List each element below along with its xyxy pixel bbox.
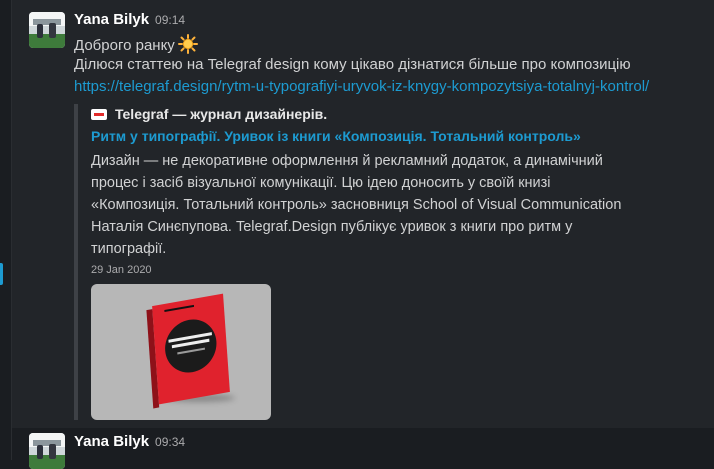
preview-headline-link[interactable]: Ритм у типографії. Уривок із книги «Комп… (91, 128, 581, 144)
sidebar-edge (0, 0, 12, 460)
message-item[interactable]: Yana Bilyk 09:34 (12, 428, 714, 469)
message-header: Yana Bilyk 09:14 (74, 11, 185, 28)
avatar[interactable] (29, 433, 65, 469)
preview-site-title[interactable]: Telegraf — журнал дизайнерів. (91, 106, 327, 122)
timestamp[interactable]: 09:34 (155, 435, 185, 449)
scroll-marker (0, 263, 3, 285)
article-link[interactable]: https://telegraf.design/rytm-u-typografi… (74, 78, 649, 95)
sun-icon (177, 34, 198, 54)
preview-site-name: Telegraf — журнал дизайнерів. (115, 106, 328, 122)
author-name[interactable]: Yana Bilyk (74, 11, 149, 28)
message-text-line: Доброго ранку (74, 34, 198, 54)
author-name[interactable]: Yana Bilyk (74, 433, 149, 450)
message-item[interactable]: Yana Bilyk 09:14 Доброго ранку Ділюся ста… (12, 0, 714, 428)
message-link-line: https://telegraf.design/rytm-u-typografi… (74, 78, 649, 95)
avatar[interactable] (29, 12, 65, 48)
preview-image[interactable] (91, 284, 271, 420)
link-preview: Telegraf — журнал дизайнерів. Ритм у тип… (74, 104, 634, 420)
message-greeting: Доброго ранку (74, 37, 175, 54)
preview-date: 29 Jan 2020 (91, 264, 152, 276)
telegraf-favicon-icon (91, 109, 107, 120)
message-header: Yana Bilyk 09:34 (74, 433, 185, 450)
timestamp[interactable]: 09:14 (155, 13, 185, 27)
message-text-line: Ділюся статтею на Telegraf design кому ц… (74, 56, 631, 73)
preview-description: Дизайн — не декоративне оформлення й рек… (91, 153, 622, 257)
book-cover-image (146, 293, 230, 409)
